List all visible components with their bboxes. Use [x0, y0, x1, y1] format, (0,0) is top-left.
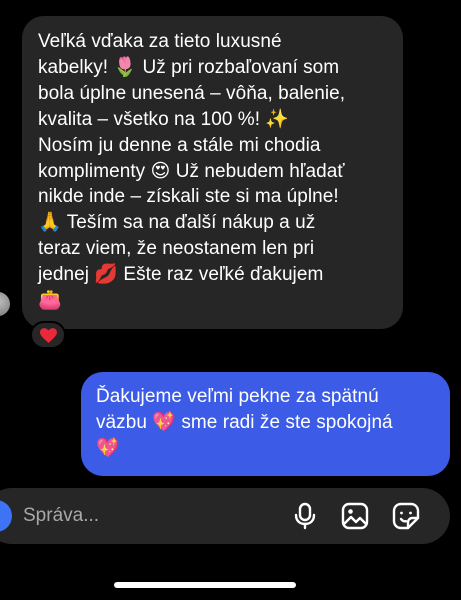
- microphone-icon[interactable]: [290, 501, 320, 531]
- home-indicator[interactable]: [114, 582, 296, 588]
- incoming-message-line: Veľká vďaka za tieto luxusné: [38, 31, 282, 52]
- image-icon[interactable]: [340, 501, 370, 531]
- chat-thread: Veľká vďaka za tieto luxusné kabelky! 🌷 …: [0, 0, 461, 600]
- heart-icon: [39, 327, 57, 343]
- incoming-message-line: komplimenty 😍 Už nebudem hľadať: [38, 160, 345, 182]
- incoming-message-line: 👛: [38, 290, 62, 312]
- incoming-message-line: bola úplne unesená – vôňa, balenie,: [38, 82, 346, 104]
- camera-button[interactable]: [0, 500, 12, 532]
- incoming-message-line: nikde inde – získali ste si ma úplne!: [38, 186, 339, 208]
- sender-avatar[interactable]: [0, 292, 10, 316]
- incoming-message-line: teraz viem, že neostanem len pri: [38, 238, 315, 260]
- incoming-message-line: kabelky! 🌷 Už pri rozbaľovaní som: [38, 56, 340, 78]
- outgoing-message-line: väzbu 💖 sme radi že ste spokojná: [96, 411, 393, 433]
- outgoing-message-line: 💖: [96, 437, 120, 459]
- incoming-message-line: Nosím ju denne a stále mi chodia: [38, 134, 321, 156]
- message-composer: Správa...: [0, 488, 450, 544]
- incoming-message-bubble[interactable]: Veľká vďaka za tieto luxusné kabelky! 🌷 …: [22, 16, 403, 329]
- outgoing-message-bubble[interactable]: Ďakujeme veľmi pekne za spätnú väzbu 💖 s…: [81, 372, 450, 476]
- message-reaction[interactable]: [30, 321, 66, 349]
- incoming-message-line: kvalita – všetko na 100 %! ✨: [38, 108, 290, 130]
- message-input[interactable]: Správa...: [23, 505, 99, 527]
- outgoing-message-line: Ďakujeme veľmi pekne za spätnú: [96, 386, 379, 407]
- incoming-message-line: jednej 💋 Ešte raz veľké ďakujem: [38, 264, 324, 286]
- incoming-message-line: 🙏 Teším sa na ďalší nákup a už: [38, 212, 316, 234]
- sticker-icon[interactable]: [391, 501, 421, 531]
